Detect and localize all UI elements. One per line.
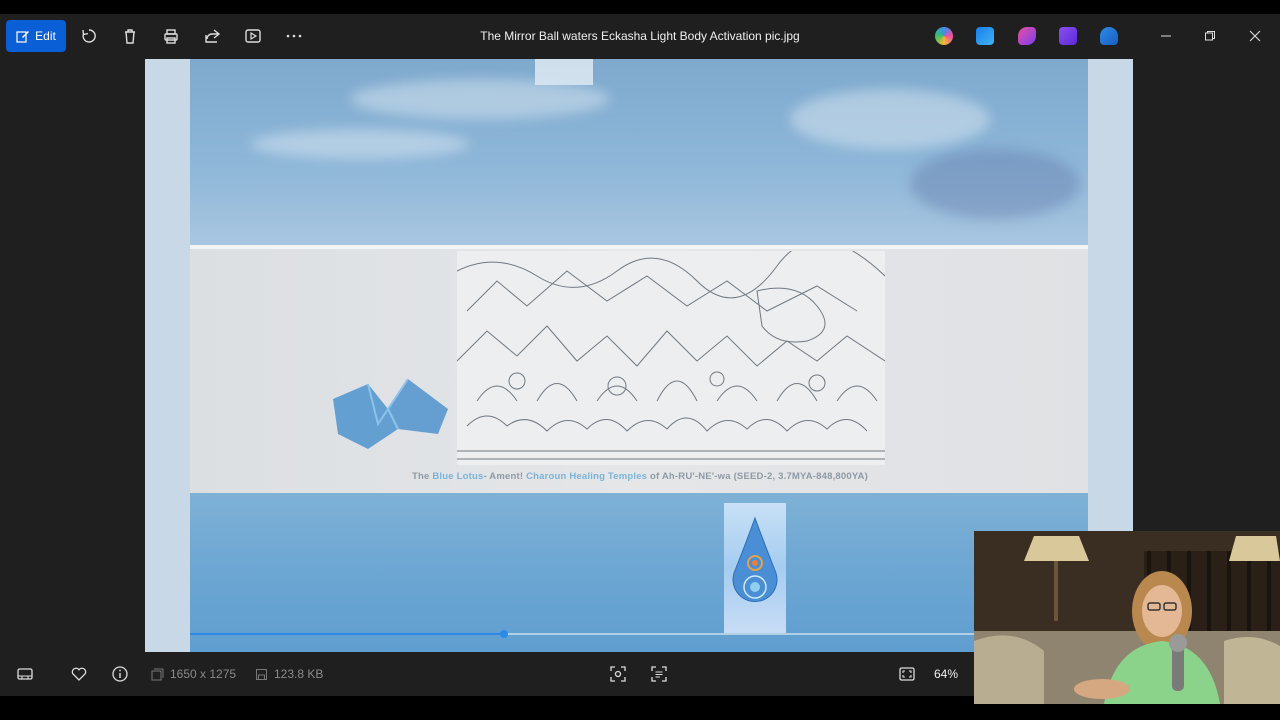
crystal-image (328, 378, 456, 459)
caption-part-1: The (412, 471, 433, 482)
edit-label: Edit (35, 29, 56, 43)
share-icon[interactable] (201, 25, 223, 47)
restore-icon[interactable] (1199, 25, 1221, 47)
copilot-icon[interactable] (935, 27, 953, 45)
save-icon (256, 668, 267, 680)
zoom-level[interactable]: 64% (934, 667, 958, 681)
file-size: 123.8 KB (255, 667, 323, 681)
playback-handle[interactable] (500, 630, 509, 638)
info-icon[interactable] (110, 664, 130, 684)
slideshow-icon[interactable] (242, 25, 264, 47)
temple-sketch (456, 240, 886, 465)
edit-icon (16, 31, 30, 43)
dimensions-text: 1650 x 1275 (170, 667, 237, 681)
print-icon[interactable] (160, 25, 182, 47)
playback-track[interactable] (190, 630, 1088, 638)
clipchamp-icon[interactable] (1059, 27, 1077, 45)
playback-progress (190, 633, 505, 635)
water-drop-image (724, 503, 786, 633)
water-panel (190, 493, 1088, 652)
rotate-icon[interactable] (78, 25, 100, 47)
top-toolbar: Edit The Mirror Ball waters Eckasha Ligh… (0, 14, 1280, 59)
more-icon[interactable] (283, 25, 305, 47)
visual-search-icon[interactable] (608, 664, 628, 684)
image-dimensions: 1650 x 1275 (151, 667, 236, 681)
image-caption: The Blue Lotus- Ament! Charoun Healing T… (250, 471, 1030, 482)
webcam-overlay (974, 531, 1280, 704)
fit-to-window-icon[interactable] (897, 664, 917, 684)
caption-part-2: Blue Lotus (432, 471, 484, 482)
close-icon[interactable] (1244, 25, 1266, 47)
filmstrip-icon[interactable] (15, 664, 35, 684)
paint-icon[interactable] (1018, 27, 1036, 45)
edit-button[interactable]: Edit (6, 20, 66, 52)
minimize-icon[interactable] (1155, 25, 1177, 47)
scan-text-icon[interactable] (649, 664, 669, 684)
dimensions-icon (151, 668, 164, 680)
sky-label-patch (535, 59, 593, 85)
heart-icon[interactable] (69, 664, 89, 684)
window-title: The Mirror Ball waters Eckasha Light Bod… (480, 29, 800, 43)
sketch-panel: The Blue Lotus- Ament! Charoun Healing T… (190, 240, 1088, 493)
trash-icon[interactable] (119, 25, 141, 47)
designer-icon[interactable] (976, 27, 994, 45)
caption-part-5: of Ah-RU'-NE'-wa (SEED-2, 3.7MYA-848,800… (647, 471, 868, 482)
sky-panel (190, 59, 1088, 245)
displayed-image[interactable]: The Blue Lotus- Ament! Charoun Healing T… (190, 59, 1088, 652)
caption-part-4: Charoun Healing Temples (526, 471, 648, 482)
file-size-text: 123.8 KB (274, 667, 324, 681)
onedrive-icon[interactable] (1100, 27, 1118, 45)
caption-part-3: - Ament! (483, 471, 527, 482)
